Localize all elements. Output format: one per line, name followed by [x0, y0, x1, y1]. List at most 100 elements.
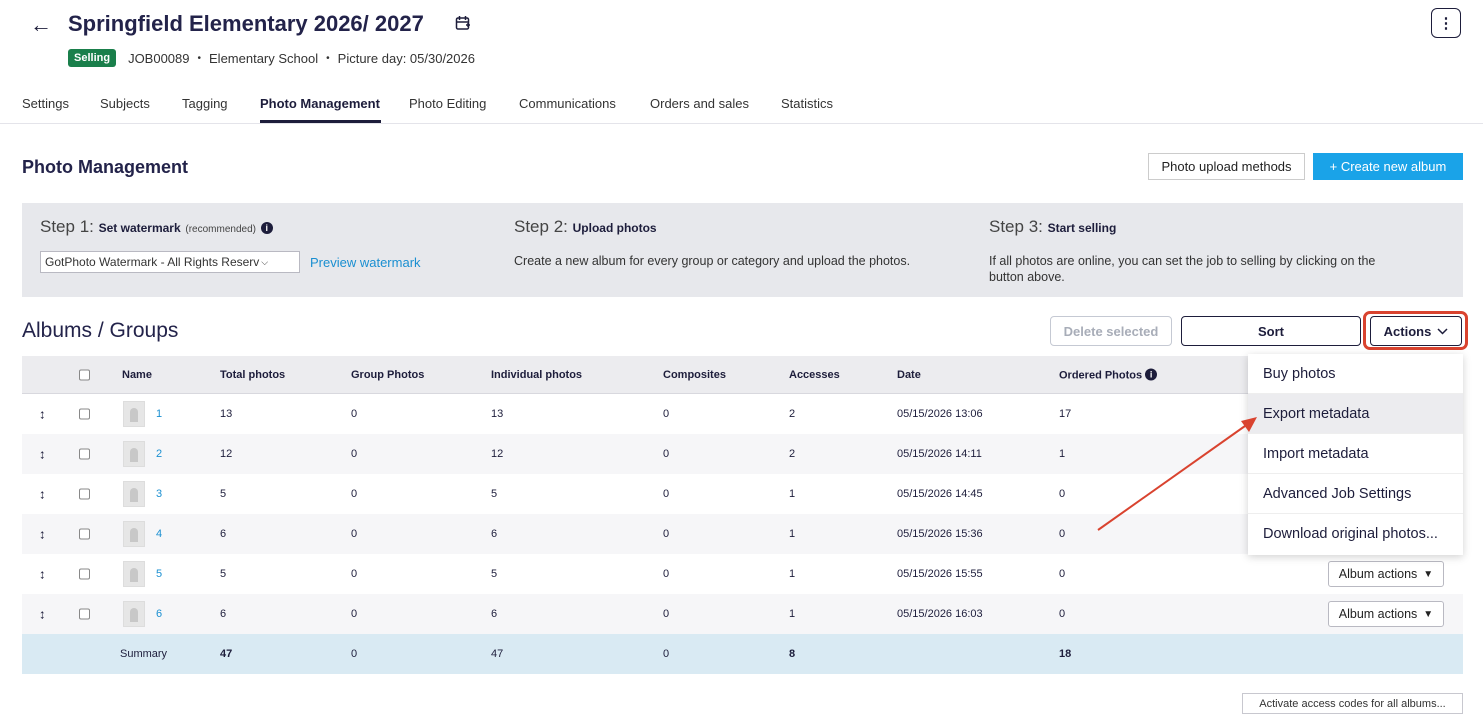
tab-statistics[interactable]: Statistics — [781, 96, 833, 111]
album-name-link[interactable]: 3 — [156, 488, 162, 500]
accesses: 1 — [789, 568, 796, 580]
tab-bar: Settings Subjects Tagging Photo Manageme… — [0, 88, 1483, 124]
column-header-individual-photos: Individual photos — [491, 368, 583, 381]
album-name-link[interactable]: 1 — [156, 408, 162, 420]
select-all-checkbox[interactable] — [79, 369, 90, 380]
step-2-text: Create a new album for every group or ca… — [514, 254, 911, 268]
delete-selected-button[interactable]: Delete selected — [1050, 316, 1172, 346]
individual-photos: 13 — [491, 408, 504, 420]
separator-dot: • — [197, 52, 202, 64]
total-photos: 13 — [220, 408, 233, 420]
album-actions-button[interactable]: Album actions ▼ — [1328, 561, 1444, 587]
job-meta: Selling JOB00089 • Elementary School • P… — [68, 49, 475, 67]
calendar-icon[interactable] — [455, 15, 471, 31]
table-row: ↕ 4 6 0 6 0 1 05/15/2026 15:36 0 — [22, 514, 1463, 554]
step-1-title: Set watermark — [98, 221, 181, 235]
album-name-link[interactable]: 5 — [156, 568, 162, 580]
actions-button[interactable]: Actions — [1370, 316, 1462, 346]
ordered-photos: 0 — [1059, 568, 1066, 580]
album-actions-button[interactable]: Album actions ▼ — [1328, 601, 1444, 627]
ordered-photos-label: Ordered Photos — [1059, 369, 1143, 381]
albums-table: Name Total photos Group Photos Individua… — [22, 356, 1463, 674]
row-checkbox[interactable] — [79, 408, 90, 420]
summary-label: Summary — [120, 648, 168, 660]
albums-title: Albums / Groups — [22, 319, 179, 342]
accesses: 2 — [789, 408, 796, 420]
drag-handle-icon[interactable]: ↕ — [39, 607, 46, 622]
tab-settings[interactable]: Settings — [22, 96, 69, 111]
table-row: ↕ 2 12 0 12 0 2 05/15/2026 14:11 1 — [22, 434, 1463, 474]
drag-handle-icon[interactable]: ↕ — [39, 527, 46, 542]
menu-item-export-metadata[interactable]: Export metadata — [1248, 394, 1463, 434]
menu-item-buy-photos[interactable]: Buy photos — [1248, 354, 1463, 394]
watermark-select[interactable]: GotPhoto Watermark - All Rights Reserv ⌵ — [40, 251, 300, 273]
row-checkbox[interactable] — [79, 608, 90, 620]
preview-watermark-link[interactable]: Preview watermark — [310, 255, 421, 270]
album-name-link[interactable]: 2 — [156, 448, 162, 460]
drag-handle-icon[interactable]: ↕ — [39, 447, 46, 462]
tab-photo-editing[interactable]: Photo Editing — [409, 96, 486, 111]
group-photos: 0 — [351, 608, 358, 620]
album-thumbnail — [123, 521, 145, 547]
row-checkbox[interactable] — [79, 528, 90, 540]
total-photos: 12 — [220, 448, 233, 460]
drag-handle-icon[interactable]: ↕ — [39, 407, 46, 422]
total-photos: 6 — [220, 608, 227, 620]
album-thumbnail — [123, 401, 145, 427]
activate-access-codes-button[interactable]: Activate access codes for all albums... — [1242, 693, 1463, 714]
kebab-menu-icon[interactable]: ⋮ — [1431, 8, 1461, 38]
column-header-total-photos: Total photos — [220, 368, 286, 381]
row-checkbox[interactable] — [79, 448, 90, 460]
drag-handle-icon[interactable]: ↕ — [39, 567, 46, 582]
watermark-select-value: GotPhoto Watermark - All Rights Reserv — [45, 255, 260, 269]
tab-orders-and-sales[interactable]: Orders and sales — [650, 96, 749, 111]
info-icon[interactable]: i — [1145, 368, 1158, 380]
step-2-title: Upload photos — [572, 221, 657, 235]
tab-photo-management[interactable]: Photo Management — [260, 96, 380, 111]
row-checkbox[interactable] — [79, 568, 90, 580]
album-name-link[interactable]: 6 — [156, 608, 162, 620]
summary-group-photos: 0 — [351, 648, 358, 660]
menu-item-download-original-photos[interactable]: Download original photos... — [1248, 514, 1463, 554]
album-actions-label: Album actions — [1338, 567, 1418, 581]
summary-accesses: 8 — [789, 648, 796, 660]
group-photos: 0 — [351, 528, 358, 540]
actions-dropdown-menu: Buy photos Export metadata Import metada… — [1248, 354, 1463, 555]
job-title: Springfield Elementary 2026/ 2027 — [68, 11, 424, 36]
step-1-note: (recommended) — [185, 224, 256, 235]
table-row: ↕ 5 5 0 5 0 1 05/15/2026 15:55 0 Album a… — [22, 554, 1463, 594]
photo-upload-methods-button[interactable]: Photo upload methods — [1148, 153, 1305, 180]
menu-item-advanced-job-settings[interactable]: Advanced Job Settings — [1248, 474, 1463, 514]
album-thumbnail — [123, 601, 145, 627]
date: 05/15/2026 14:11 — [897, 448, 982, 460]
table-header: Name Total photos Group Photos Individua… — [22, 356, 1463, 394]
date: 05/15/2026 14:45 — [897, 488, 983, 500]
table-row: ↕ 3 5 0 5 0 1 05/15/2026 14:45 0 — [22, 474, 1463, 514]
tab-tagging[interactable]: Tagging — [182, 96, 228, 111]
composites: 0 — [663, 408, 670, 420]
caret-down-icon: ▼ — [1423, 568, 1434, 580]
summary-individual-photos: 47 — [491, 648, 504, 660]
tab-communications[interactable]: Communications — [519, 96, 616, 111]
column-header-accesses: Accesses — [789, 368, 840, 381]
row-checkbox[interactable] — [79, 488, 90, 500]
individual-photos: 12 — [491, 448, 504, 460]
date: 05/15/2026 15:36 — [897, 528, 983, 540]
drag-handle-icon[interactable]: ↕ — [39, 487, 46, 502]
create-new-album-button[interactable]: + Create new album — [1313, 153, 1463, 180]
album-name-link[interactable]: 4 — [156, 528, 162, 540]
picture-day: Picture day: 05/30/2026 — [337, 50, 475, 66]
sort-button[interactable]: Sort — [1181, 316, 1361, 346]
group-photos: 0 — [351, 408, 358, 420]
tab-subjects[interactable]: Subjects — [100, 96, 150, 111]
active-tab-underline — [260, 120, 381, 123]
menu-item-import-metadata[interactable]: Import metadata — [1248, 434, 1463, 474]
chevron-down-icon: ⌵ — [261, 256, 269, 267]
composites: 0 — [663, 488, 670, 500]
back-arrow-icon[interactable]: ← — [30, 12, 52, 38]
caret-down-icon: ▼ — [1423, 608, 1434, 620]
accesses: 1 — [789, 608, 796, 620]
album-thumbnail — [123, 561, 145, 587]
individual-photos: 5 — [491, 488, 498, 500]
info-icon[interactable]: i — [260, 222, 273, 234]
